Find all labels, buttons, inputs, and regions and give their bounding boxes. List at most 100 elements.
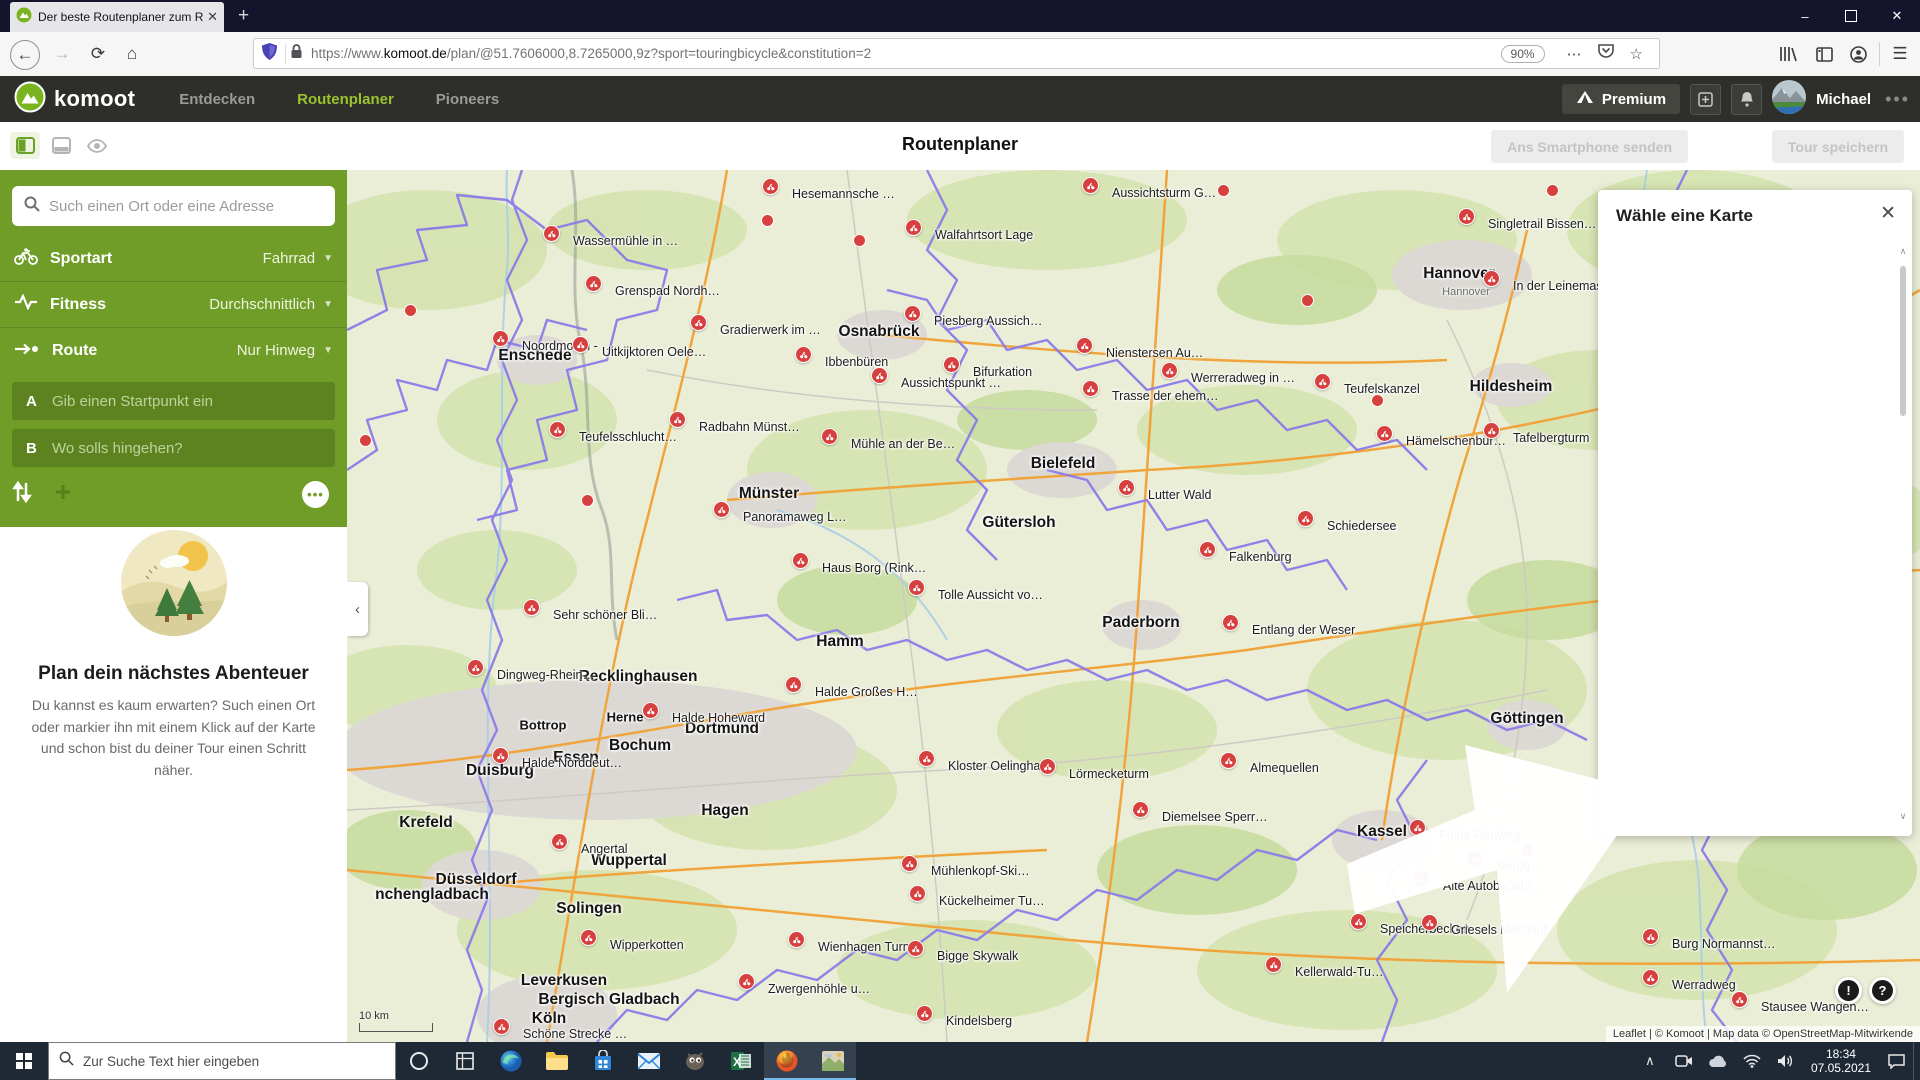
poi-marker-icon[interactable] — [1118, 479, 1135, 496]
mail-icon[interactable] — [626, 1042, 672, 1080]
account-icon[interactable] — [1844, 40, 1872, 68]
poi-marker-icon[interactable] — [467, 659, 484, 676]
start-button[interactable] — [0, 1042, 48, 1080]
poi-marker-icon[interactable] — [713, 501, 730, 518]
bookmark-star-icon[interactable]: ☆ — [1630, 45, 1643, 63]
add-waypoint-icon[interactable] — [54, 483, 72, 506]
poi-marker-icon[interactable] — [1297, 510, 1314, 527]
poi-dot-icon[interactable] — [359, 434, 372, 447]
scrollbar-thumb[interactable] — [1900, 266, 1906, 416]
poi-marker-icon[interactable] — [1642, 969, 1659, 986]
sidebars-icon[interactable] — [1810, 40, 1838, 68]
task-view-icon[interactable] — [442, 1042, 488, 1080]
page-actions-icon[interactable]: ⋯ — [1567, 45, 1582, 63]
poi-marker-icon[interactable] — [1376, 425, 1393, 442]
taskbar-search-input[interactable]: Zur Suche Text hier eingeben — [48, 1042, 396, 1080]
poi-marker-icon[interactable] — [901, 855, 918, 872]
poi-marker-icon[interactable] — [1222, 614, 1239, 631]
notifications-bell-icon[interactable] — [1731, 84, 1762, 115]
poi-marker-icon[interactable] — [1483, 422, 1500, 439]
komoot-logo-icon[interactable] — [14, 81, 46, 118]
help-button[interactable]: ? — [1869, 977, 1896, 1004]
action-center-icon[interactable] — [1879, 1042, 1913, 1080]
report-problem-button[interactable]: ! — [1835, 977, 1862, 1004]
poi-marker-icon[interactable] — [1039, 758, 1056, 775]
poi-marker-icon[interactable] — [492, 747, 509, 764]
panel-scrollbar[interactable]: ∧ ∨ — [1897, 244, 1909, 824]
poi-dot-icon[interactable] — [404, 304, 417, 317]
poi-marker-icon[interactable] — [1483, 270, 1500, 287]
poi-marker-icon[interactable] — [551, 833, 568, 850]
poi-marker-icon[interactable] — [909, 885, 926, 902]
poi-marker-icon[interactable] — [549, 421, 566, 438]
poi-marker-icon[interactable] — [1220, 752, 1237, 769]
tab-close-icon[interactable]: ✕ — [207, 9, 218, 25]
poi-marker-icon[interactable] — [1082, 380, 1099, 397]
poi-marker-icon[interactable] — [1082, 177, 1099, 194]
pocket-icon[interactable] — [1598, 43, 1614, 64]
poi-dot-icon[interactable] — [1301, 294, 1314, 307]
poi-marker-icon[interactable] — [792, 552, 809, 569]
poi-dot-icon[interactable] — [761, 214, 774, 227]
filter-sportart[interactable]: SportartFahrrad▼ — [0, 236, 347, 281]
premium-button[interactable]: Premium — [1562, 84, 1680, 114]
poi-marker-icon[interactable] — [1421, 914, 1438, 931]
screenshot-app-icon[interactable] — [810, 1042, 856, 1080]
library-icon[interactable] — [1774, 40, 1802, 68]
home-button[interactable]: ⌂ — [118, 40, 146, 68]
more-options-icon[interactable]: ••• — [302, 481, 329, 508]
map-chooser-close-icon[interactable]: ✕ — [1880, 202, 1896, 225]
map-attribution[interactable]: Leaflet | © Komoot | Map data © OpenStre… — [1606, 1026, 1920, 1042]
poi-marker-icon[interactable] — [907, 940, 924, 957]
window-close-button[interactable]: ✕ — [1874, 0, 1920, 32]
collapse-sidebar-handle[interactable]: ‹ — [347, 582, 368, 636]
poi-marker-icon[interactable] — [918, 750, 935, 767]
swap-waypoints-icon[interactable] — [12, 481, 32, 508]
taskbar-clock[interactable]: 18:34 07.05.2021 — [1803, 1047, 1879, 1075]
window-maximize-button[interactable] — [1828, 0, 1874, 32]
filter-fitness[interactable]: FitnessDurchschnittlich▼ — [0, 281, 347, 327]
poi-marker-icon[interactable] — [1413, 870, 1430, 887]
poi-marker-icon[interactable] — [1161, 362, 1178, 379]
poi-marker-icon[interactable] — [572, 336, 589, 353]
browser-tab[interactable]: Der beste Routenplaner zum Ra ✕ — [10, 2, 224, 32]
wifi-icon[interactable] — [1735, 1042, 1769, 1080]
poi-dot-icon[interactable] — [581, 494, 594, 507]
firefox-icon[interactable] — [764, 1042, 810, 1080]
poi-marker-icon[interactable] — [1132, 801, 1149, 818]
map[interactable]: Wassermühle in …Hesemannsche …Aussichtst… — [347, 170, 1920, 1042]
show-desktop-button[interactable] — [1913, 1042, 1920, 1080]
poi-marker-icon[interactable] — [871, 367, 888, 384]
poi-marker-icon[interactable] — [580, 929, 597, 946]
volume-icon[interactable] — [1769, 1042, 1803, 1080]
poi-marker-icon[interactable] — [821, 428, 838, 445]
poi-dot-icon[interactable] — [853, 234, 866, 247]
cortana-icon[interactable] — [396, 1042, 442, 1080]
tracking-shield-icon[interactable] — [262, 43, 277, 65]
poi-marker-icon[interactable] — [1314, 373, 1331, 390]
poi-marker-icon[interactable] — [1409, 819, 1426, 836]
poi-marker-icon[interactable] — [492, 330, 509, 347]
poi-marker-icon[interactable] — [1642, 928, 1659, 945]
poi-marker-icon[interactable] — [1458, 208, 1475, 225]
waypoint-a-input[interactable]: AGib einen Startpunkt ein — [12, 382, 335, 420]
onedrive-icon[interactable] — [1701, 1042, 1735, 1080]
waypoint-b-input[interactable]: BWo solls hingehen? — [12, 429, 335, 467]
user-name[interactable]: Michael — [1816, 91, 1871, 108]
file-explorer-icon[interactable] — [534, 1042, 580, 1080]
poi-dot-icon[interactable] — [1546, 184, 1559, 197]
poi-marker-icon[interactable] — [690, 314, 707, 331]
poi-marker-icon[interactable] — [669, 411, 686, 428]
poi-marker-icon[interactable] — [788, 931, 805, 948]
poi-marker-icon[interactable] — [1350, 913, 1367, 930]
gimp-icon[interactable] — [672, 1042, 718, 1080]
poi-marker-icon[interactable] — [738, 973, 755, 990]
nav-pioneers[interactable]: Pioneers — [436, 91, 499, 108]
poi-marker-icon[interactable] — [1076, 337, 1093, 354]
filter-route[interactable]: RouteNur Hinweg▼ — [0, 327, 347, 373]
poi-marker-icon[interactable] — [543, 225, 560, 242]
poi-marker-icon[interactable] — [785, 676, 802, 693]
new-tab-button[interactable]: + — [238, 4, 249, 28]
reload-button[interactable]: ⟳ — [84, 40, 112, 68]
nav-entdecken[interactable]: Entdecken — [179, 91, 255, 108]
